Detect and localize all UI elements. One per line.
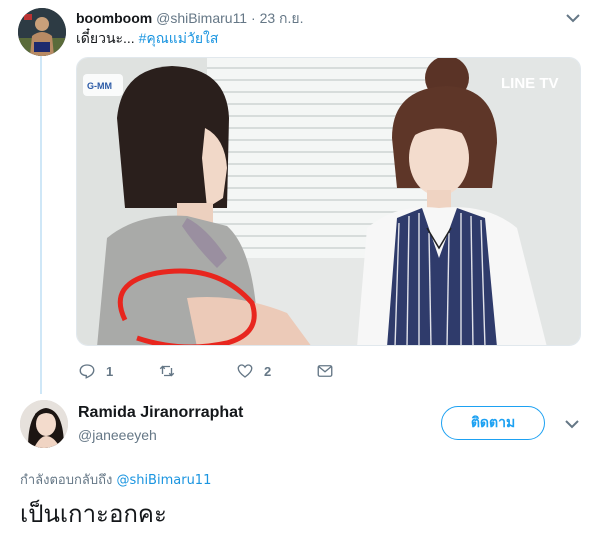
reply-user-handle[interactable]: @janeeeyeh	[78, 427, 157, 443]
reply-display-name[interactable]: Ramida Jiranorraphat	[78, 404, 243, 422]
video-still: G-MM LINE TV	[77, 58, 580, 345]
thread-connector-line	[40, 56, 42, 394]
line-tv-watermark: LINE TV	[501, 75, 559, 92]
tweet-media-image[interactable]: G-MM LINE TV	[76, 57, 581, 346]
heart-icon	[237, 364, 253, 378]
retweet-icon	[159, 365, 175, 377]
like-count: 2	[264, 363, 272, 379]
reply-button[interactable]: 1	[78, 362, 113, 380]
avatar-image	[18, 8, 66, 56]
tweet-header: boomboom @shiBimaru11 · 23 ก.ย.	[76, 8, 303, 30]
avatar-image	[20, 400, 68, 448]
display-name[interactable]: boomboom	[76, 10, 152, 26]
retweet-button[interactable]	[158, 362, 186, 380]
replying-to-line: กำลังตอบกลับถึง @shiBimaru11	[20, 469, 211, 490]
tweet-text: เดี๋ยวนะ... #คุณแม่วัยใส	[76, 28, 218, 50]
tweet-actions: 1 2	[76, 362, 376, 382]
tweet-text-body: เดี๋ยวนะ...	[76, 30, 135, 46]
separator: ·	[251, 10, 256, 26]
chevron-down-icon[interactable]	[565, 419, 579, 429]
direct-message-button[interactable]	[316, 362, 334, 380]
channel-badge: G-MM	[87, 81, 112, 91]
like-button[interactable]: 2	[236, 362, 271, 380]
follow-button[interactable]: ติดตาม	[441, 406, 545, 440]
user-handle[interactable]: @shiBimaru11	[156, 10, 247, 26]
chevron-down-icon[interactable]	[566, 13, 580, 23]
mention-link[interactable]: @shiBimaru11	[116, 473, 211, 488]
avatar[interactable]	[20, 400, 68, 448]
reply-count: 1	[106, 363, 114, 379]
tweet-date[interactable]: 23 ก.ย.	[260, 10, 304, 26]
reply-icon	[79, 364, 95, 379]
replying-to-label: กำลังตอบกลับถึง	[20, 473, 113, 488]
avatar[interactable]	[18, 8, 66, 56]
hashtag-link[interactable]: #คุณแม่วัยใส	[139, 30, 219, 46]
reply-tweet-text: เป็นเกาะอกคะ	[20, 500, 167, 528]
envelope-icon	[317, 365, 333, 377]
